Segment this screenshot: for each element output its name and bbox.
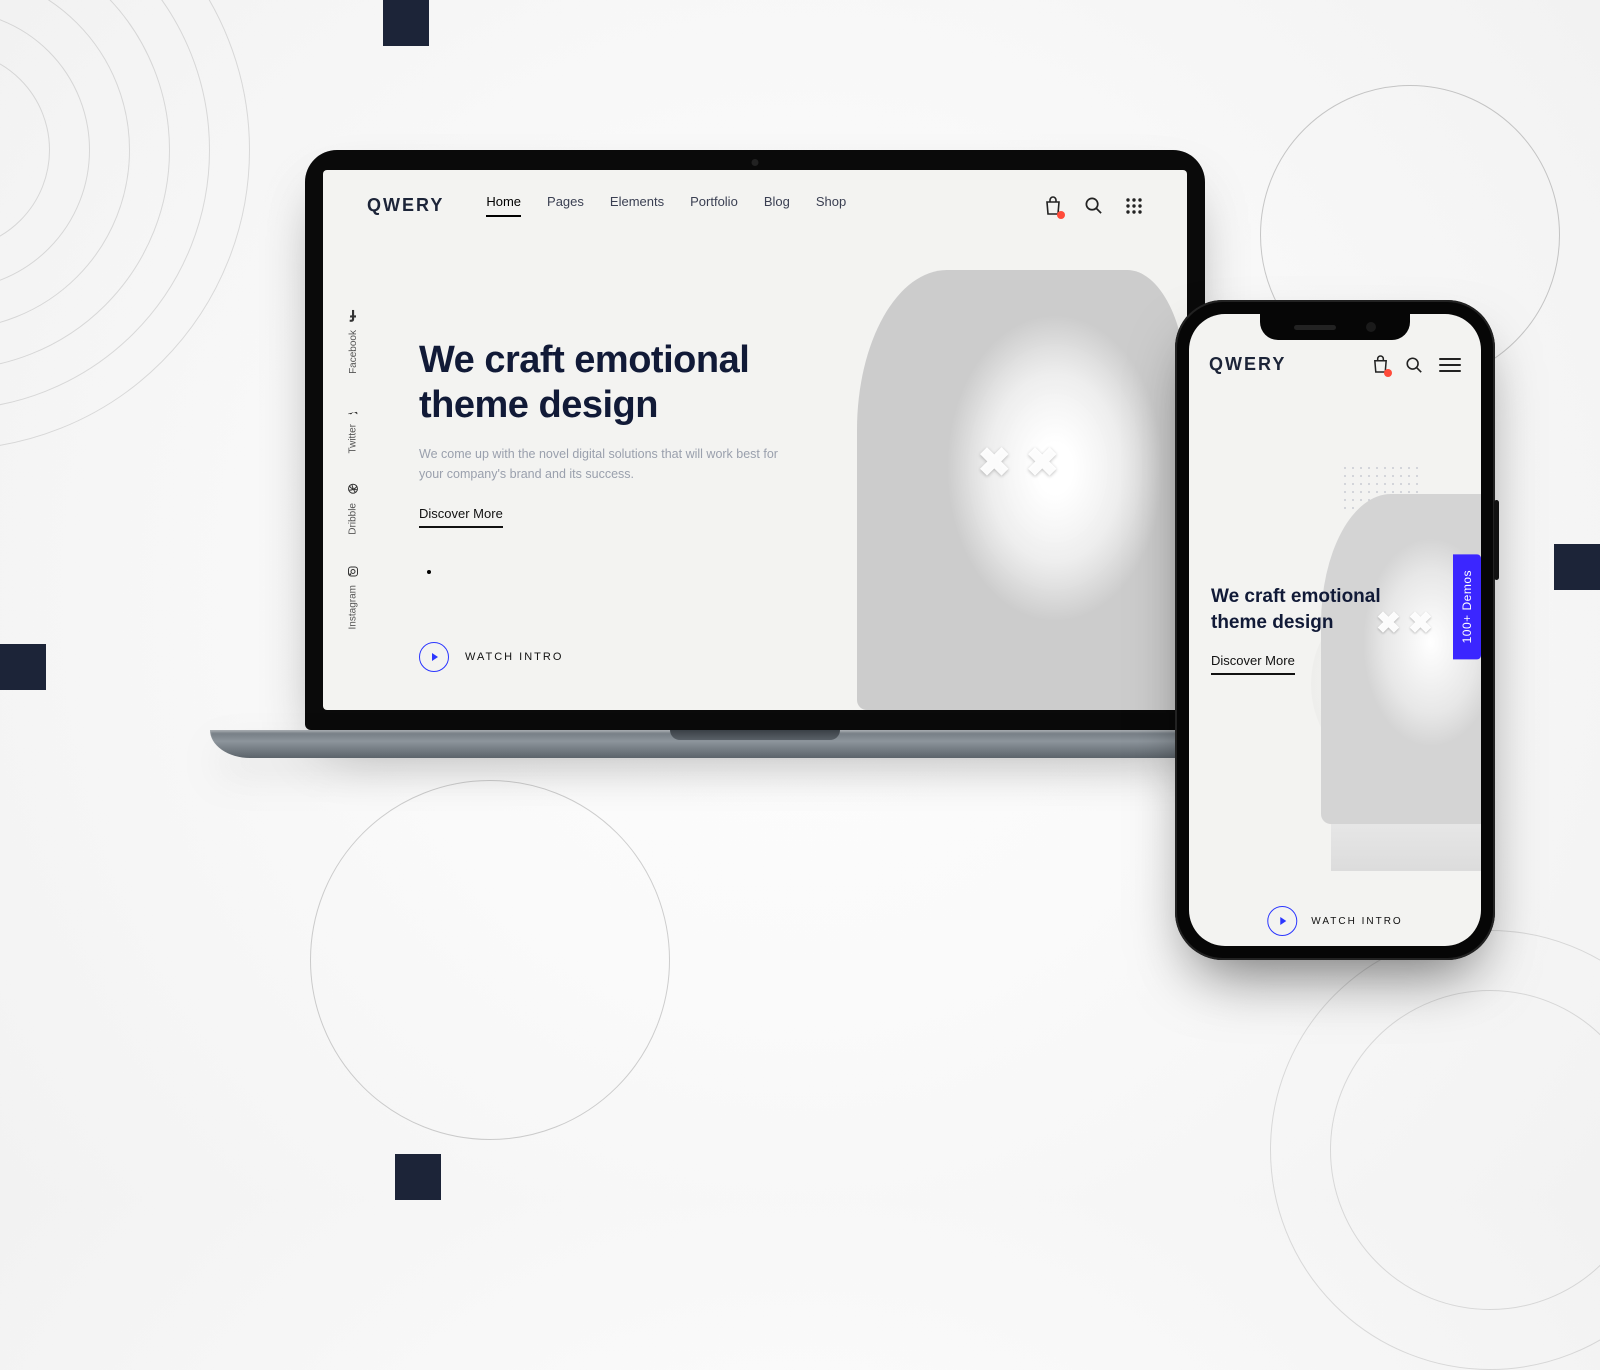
watch-intro-button[interactable]: WATCH INTRO [1267,906,1402,936]
play-icon [1267,906,1297,936]
search-button[interactable] [1405,356,1423,374]
bg-ring [310,780,670,1140]
twitter-icon [347,404,359,416]
cart-badge-dot [1384,369,1392,377]
cart-button[interactable] [1372,355,1389,374]
dribble-icon [347,483,359,495]
primary-nav: Home Pages Elements Portfolio Blog Shop [486,194,846,217]
desktop-viewport: QWERY Home Pages Elements Portfolio Blog… [323,170,1187,710]
bg-square [0,644,46,690]
desktop-header: QWERY Home Pages Elements Portfolio Blog… [323,170,1187,231]
social-label: Facebook [348,330,359,374]
statue-eye-x-icon: ✖ [1025,440,1059,486]
nav-item-shop[interactable]: Shop [816,194,846,217]
bg-square [395,1154,441,1200]
discover-more-link[interactable]: Discover More [419,506,503,528]
slide-indicator-dot[interactable] [427,570,431,574]
brand-logo[interactable]: QWERY [367,195,444,216]
social-link-facebook[interactable]: Facebook [348,310,359,374]
hero-section: We craft emotional theme design Discover… [1211,584,1401,675]
instagram-icon [347,565,359,577]
hero-title: We craft emotional theme design [419,338,799,428]
nav-item-portfolio[interactable]: Portfolio [690,194,738,217]
hero-title: We craft emotional theme design [1211,584,1401,635]
menu-button[interactable] [1439,357,1461,373]
nav-item-home[interactable]: Home [486,194,521,217]
statue-image [857,270,1187,710]
nav-item-elements[interactable]: Elements [610,194,664,217]
social-label: Dribble [348,503,359,535]
statue-eye-x-icon: ✖ [1408,606,1433,641]
social-label: Twitter [348,424,359,453]
hero-subtitle: We come up with the novel digital soluti… [419,444,799,484]
demos-side-tab[interactable]: 100+ Demos [1453,554,1481,659]
phone-mockup: QWERY ✖ ✖ We craft emotional [1175,300,1495,960]
play-icon [419,642,449,672]
nav-item-pages[interactable]: Pages [547,194,584,217]
phone-side-button [1494,500,1499,580]
search-icon [1084,196,1103,215]
watch-intro-label: WATCH INTRO [1311,916,1402,927]
laptop-base [210,730,1300,758]
nav-item-blog[interactable]: Blog [764,194,790,217]
hero-section: We craft emotional theme design We come … [419,338,799,528]
cart-button[interactable] [1044,196,1062,216]
apps-grid-icon [1125,197,1143,215]
social-link-instagram[interactable]: Instagram [347,565,359,629]
mobile-viewport: QWERY ✖ ✖ We craft emotional [1189,314,1481,946]
social-link-twitter[interactable]: Twitter [347,404,359,453]
social-label: Instagram [348,585,359,629]
brand-logo[interactable]: QWERY [1209,354,1286,375]
laptop-mockup: QWERY Home Pages Elements Portfolio Blog… [210,150,1300,758]
discover-more-link[interactable]: Discover More [1211,653,1295,675]
watch-intro-button[interactable]: WATCH INTRO [419,642,563,672]
search-button[interactable] [1084,196,1103,215]
apps-button[interactable] [1125,197,1143,215]
search-icon [1405,356,1423,374]
facebook-icon [348,310,358,322]
hamburger-menu-icon [1439,357,1461,373]
watch-intro-label: WATCH INTRO [465,651,563,663]
statue-eye-x-icon: ✖ [977,440,1011,486]
bg-square [1554,544,1600,590]
cart-badge-dot [1057,211,1065,219]
social-rail: Instagram Dribble Twitter Facebook [347,310,359,630]
phone-notch [1260,314,1410,340]
bg-square [383,0,429,46]
social-link-dribble[interactable]: Dribble [347,483,359,535]
